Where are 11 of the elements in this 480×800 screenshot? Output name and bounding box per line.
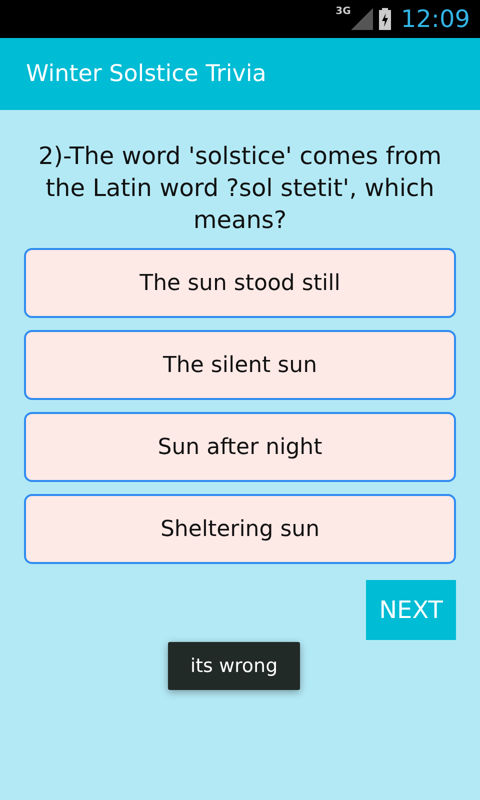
answer-button[interactable]: Sheltering sun [24,494,456,564]
answer-button[interactable]: The sun stood still [24,248,456,318]
battery-icon [378,8,391,30]
question-text: 2)-The word 'solstice' comes from the Latin word ?sol stetit', which means? [37,141,443,236]
network-type-label: 3G [336,6,351,17]
app-title: Winter Solstice Trivia [26,61,266,87]
clock-time: 12:09 [400,5,470,33]
toast-message: its wrong [168,642,300,690]
answer-button[interactable]: Sun after night [24,412,456,482]
signal-icon [350,8,373,30]
answer-button[interactable]: The silent sun [24,330,456,400]
